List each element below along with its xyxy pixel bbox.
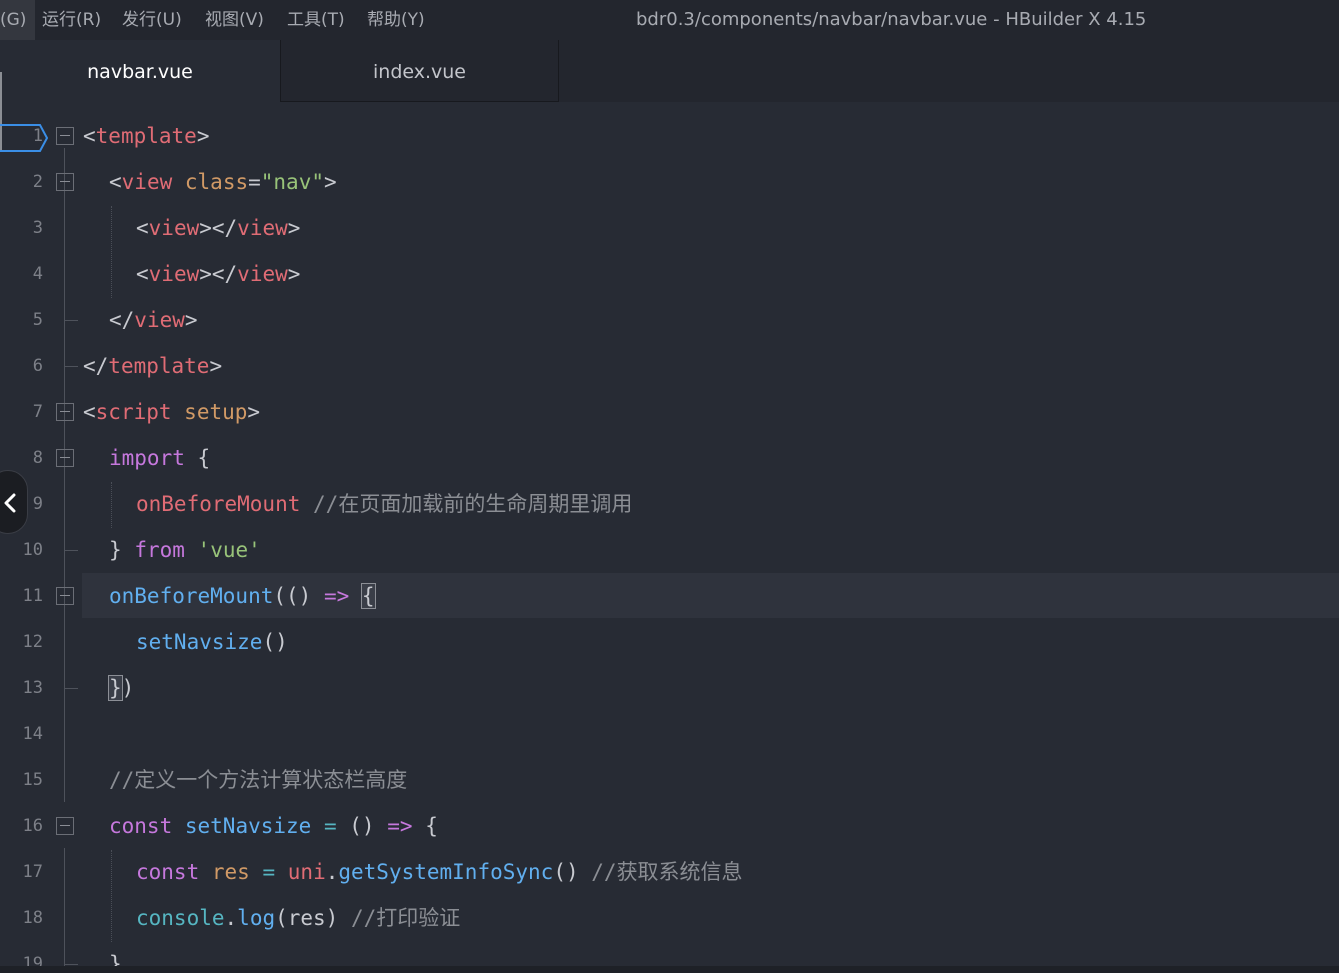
fold-collapse-icon[interactable]	[56, 127, 74, 145]
line-number: 7	[32, 402, 43, 422]
menu-bar: (G) 运行(R) 发行(U) 视图(V) 工具(T) 帮助(Y) bdr0.3…	[0, 0, 1339, 40]
chevron-left-icon	[4, 493, 16, 513]
code-line: 7 <script setup>	[0, 389, 1339, 435]
code-text: <template>	[83, 124, 210, 148]
line-number: 12	[22, 632, 43, 652]
fold-collapse-icon[interactable]	[56, 403, 74, 421]
code-line: 10 } from 'vue'	[0, 527, 1339, 573]
fold-collapse-icon[interactable]	[56, 587, 74, 605]
code-text: onBeforeMount(() => {	[109, 583, 376, 609]
fold-collapse-icon[interactable]	[56, 449, 74, 467]
fold-collapse-icon[interactable]	[56, 817, 74, 835]
menu-item-help[interactable]: 帮助(Y)	[367, 0, 425, 40]
code-line: 12 setNavsize()	[0, 619, 1339, 665]
code-text: console.log(res) //打印验证	[136, 906, 461, 930]
line-number: 1	[32, 126, 43, 146]
code-line: 17 const res = uni.getSystemInfoSync() /…	[0, 849, 1339, 895]
menu-item-publish[interactable]: 发行(U)	[122, 0, 182, 40]
line-number: 5	[32, 310, 43, 330]
line-number: 2	[32, 172, 43, 192]
code-text: <view class="nav">	[109, 170, 337, 194]
code-line: 1 <template>	[0, 113, 1339, 159]
code-text: <view></view>	[136, 262, 301, 286]
code-line: 6 </template>	[0, 343, 1339, 389]
code-text: import {	[109, 446, 211, 470]
code-line: 18 console.log(res) //打印验证	[0, 895, 1339, 941]
line-number: 18	[22, 908, 43, 928]
code-line: 4 <view></view>	[0, 251, 1339, 297]
line-number: 14	[22, 724, 43, 744]
code-text: </template>	[83, 354, 223, 378]
menu-item-run[interactable]: 运行(R)	[42, 0, 101, 40]
code-line: 15 //定义一个方法计算状态栏高度	[0, 757, 1339, 803]
code-text: <script setup>	[83, 400, 261, 424]
code-editor[interactable]: 1 <template> 2 <view class="nav"> 3 <vie…	[0, 102, 1339, 973]
line-number: 13	[22, 678, 43, 698]
code-text: const setNavsize = () => {	[109, 814, 438, 838]
code-text: </view>	[109, 308, 198, 332]
code-text: onBeforeMount //在页面加载前的生命周期里调用	[136, 492, 633, 516]
fold-collapse-icon[interactable]	[56, 173, 74, 191]
tab-index-vue[interactable]: index.vue	[280, 40, 559, 102]
code-line: 16 const setNavsize = () => {	[0, 803, 1339, 849]
code-text: setNavsize()	[136, 630, 288, 654]
menu-item-view[interactable]: 视图(V)	[205, 0, 264, 40]
code-text: })	[108, 675, 135, 701]
line-number: 4	[32, 264, 43, 284]
code-line-current: 11 onBeforeMount(() => {	[0, 573, 1339, 619]
line-number: 3	[32, 218, 43, 238]
line-number: 6	[32, 356, 43, 376]
editor-tab-bar: navbar.vue index.vue	[0, 40, 1339, 102]
tab-navbar-vue[interactable]: navbar.vue	[0, 40, 280, 102]
menu-item-go[interactable]: (G)	[0, 0, 36, 40]
line-number: 16	[22, 816, 43, 836]
code-line: 14	[0, 711, 1339, 757]
code-line: 9 onBeforeMount //在页面加载前的生命周期里调用	[0, 481, 1339, 527]
code-text: //定义一个方法计算状态栏高度	[109, 768, 408, 792]
line-number: 17	[22, 862, 43, 882]
window-title: bdr0.3/components/navbar/navbar.vue - HB…	[636, 9, 1147, 30]
code-line: 3 <view></view>	[0, 205, 1339, 251]
code-text: } from 'vue'	[109, 538, 261, 562]
line-number: 15	[22, 770, 43, 790]
code-line: 2 <view class="nav">	[0, 159, 1339, 205]
code-line: 5 </view>	[0, 297, 1339, 343]
code-text: <view></view>	[136, 216, 301, 240]
status-bar-edge	[0, 966, 1339, 973]
code-line: 13 })	[0, 665, 1339, 711]
collapse-sidebar-button[interactable]	[0, 470, 28, 534]
line-number: 11	[22, 586, 43, 606]
menu-item-tools[interactable]: 工具(T)	[287, 0, 345, 40]
code-line: 8 import {	[0, 435, 1339, 481]
code-text: const res = uni.getSystemInfoSync() //获取…	[136, 860, 743, 884]
